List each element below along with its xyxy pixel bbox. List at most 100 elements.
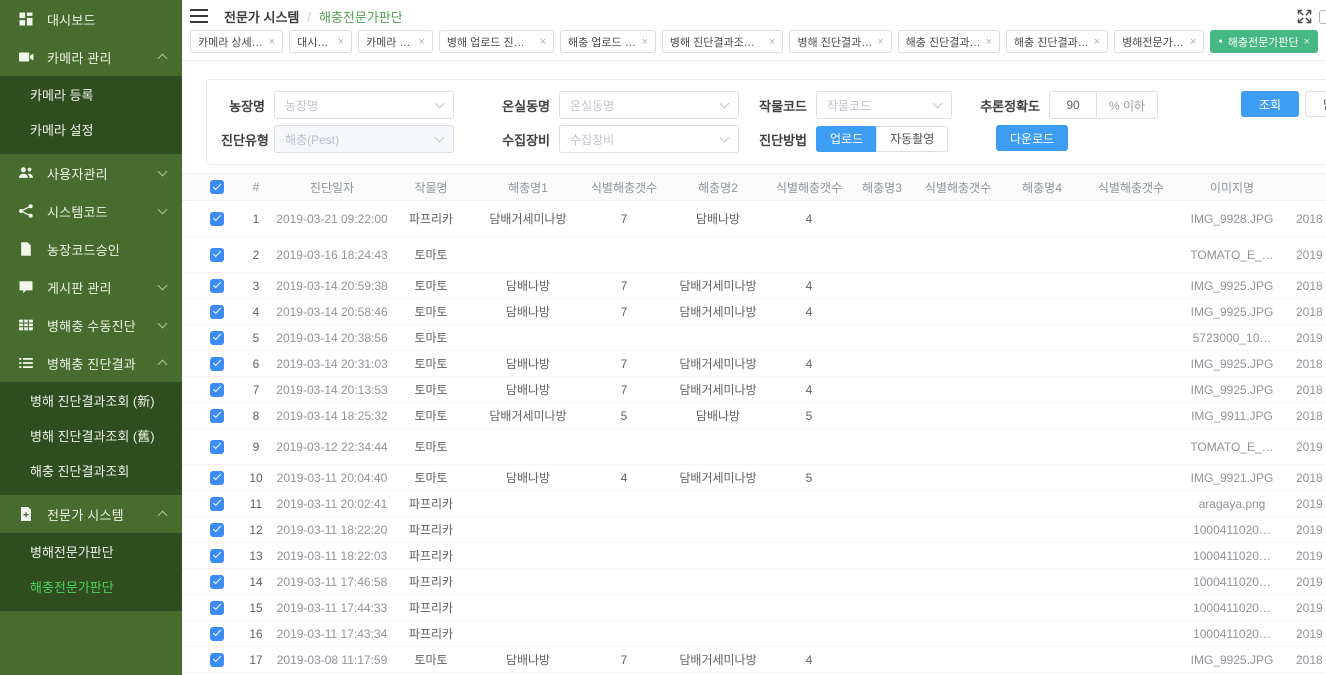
sidebar-item[interactable]: 시스템코드 <box>0 192 182 230</box>
clipped-toolbar-icon[interactable] <box>1319 10 1326 24</box>
row-checkbox[interactable] <box>210 601 224 615</box>
tab[interactable]: 해충 업로드 진단× <box>560 30 656 53</box>
greenhouse-select[interactable]: 온실동명 <box>559 91 739 119</box>
tab[interactable]: 병해 업로드 진단 (新)× <box>439 30 554 53</box>
row-checkbox[interactable] <box>210 471 224 485</box>
sidebar-item[interactable]: 대시보드 <box>0 0 182 38</box>
table-row[interactable]: 72019-03-14 20:13:53토마토담배나방7담배거세미나방4IMG_… <box>182 377 1326 403</box>
table-row[interactable]: 62019-03-14 20:31:03토마토담배나방7담배거세미나방4IMG_… <box>182 351 1326 377</box>
table-row[interactable]: 122019-03-11 18:22:20파프리카1000411020…2019 <box>182 517 1326 543</box>
diagnosis-type-select[interactable]: 해충(Pest) <box>274 125 454 153</box>
table-row[interactable]: 162019-03-11 17:43:34파프리카1000411020…2019 <box>182 621 1326 647</box>
tab[interactable]: ●해충전문가판단× <box>1210 30 1318 53</box>
table-row[interactable]: 152019-03-11 17:44:33파프리카1000411020…2019 <box>182 595 1326 621</box>
sidebar-subitem[interactable]: 카메라 설정 <box>0 113 182 148</box>
sidebar-subitem[interactable]: 카메라 등록 <box>0 78 182 113</box>
tab[interactable]: 카메라 설정× <box>358 30 433 53</box>
sidebar-subitem[interactable]: 병해 진단결과조회 (新) <box>0 384 182 419</box>
sidebar-item[interactable]: 게시판 관리 <box>0 268 182 306</box>
sidebar-subitem[interactable]: 해충전문가판단 <box>0 570 182 605</box>
table-row[interactable]: 92019-03-12 22:34:44토마토TOMATO_E_…2019 <box>182 429 1326 465</box>
accuracy-input[interactable] <box>1050 92 1096 118</box>
method-option-upload[interactable]: 업로드 <box>816 126 876 152</box>
sidebar-group: 전문가 시스템병해전문가판단해충전문가판단 <box>0 495 182 611</box>
table-row[interactable]: 142019-03-11 17:46:58파프리카1000411020…2019 <box>182 569 1326 595</box>
tab-close-icon[interactable]: × <box>985 36 991 48</box>
sidebar-item[interactable]: 사용자관리 <box>0 154 182 192</box>
device-select[interactable]: 수집장비 <box>559 125 739 153</box>
row-checkbox[interactable] <box>210 653 224 667</box>
table-row[interactable]: 12019-03-21 09:22:00파프리카담배거세미나방7담배나방4IMG… <box>182 201 1326 237</box>
row-checkbox[interactable] <box>210 357 224 371</box>
row-checkbox[interactable] <box>210 549 224 563</box>
tab-close-icon[interactable]: × <box>1190 36 1196 48</box>
row-checkbox-cell <box>182 383 238 397</box>
table-row[interactable]: 132019-03-11 18:22:03파프리카1000411020…2019 <box>182 543 1326 569</box>
row-checkbox[interactable] <box>210 331 224 345</box>
method-option-auto[interactable]: 자동촬영 <box>876 126 948 152</box>
sidebar-item[interactable]: 병해충 진단결과 <box>0 344 182 382</box>
tab-close-icon[interactable]: × <box>540 36 546 48</box>
sidebar-subitem[interactable]: 병해전문가판단 <box>0 535 182 570</box>
tab-close-icon[interactable]: × <box>269 36 275 48</box>
tab-close-icon[interactable]: × <box>769 36 775 48</box>
sidebar-subitem[interactable]: 병해 진단결과조회 (舊) <box>0 419 182 454</box>
sidebar-item[interactable]: 카메라 관리 <box>0 38 182 76</box>
table-row[interactable]: 102019-03-11 20:04:40토마토담배나방4담배거세미나방5IMG… <box>182 465 1326 491</box>
clipped-date-column: 2019 <box>1288 523 1326 537</box>
row-checkbox[interactable] <box>210 409 224 423</box>
row-checkbox[interactable] <box>210 497 224 511</box>
tab[interactable]: 병해전문가판단× <box>1114 30 1204 53</box>
row-checkbox[interactable] <box>210 212 224 226</box>
tab-close-icon[interactable]: × <box>418 36 424 48</box>
tab[interactable]: 카메라 상세설정× <box>190 30 283 53</box>
sidebar-subitem[interactable]: 해충 진단결과조회 <box>0 454 182 489</box>
tab-close-icon[interactable]: × <box>338 36 344 48</box>
table-row[interactable]: 52019-03-14 20:38:56토마토5723000_10…2019 <box>182 325 1326 351</box>
table-row[interactable]: 22019-03-16 18:24:43토마토TOMATO_E_…2019 <box>182 237 1326 273</box>
fullscreen-icon[interactable] <box>1297 9 1312 24</box>
row-checkbox[interactable] <box>210 523 224 537</box>
row-checkbox[interactable] <box>210 248 224 262</box>
row-number: 6 <box>238 357 274 371</box>
breadcrumb-root[interactable]: 전문가 시스템 <box>224 7 299 26</box>
row-checkbox[interactable] <box>210 279 224 293</box>
select-all-checkbox[interactable] <box>210 180 224 194</box>
chevron-up-icon <box>158 511 168 521</box>
hamburger-menu-icon[interactable] <box>190 9 208 23</box>
tab-close-icon[interactable]: × <box>641 36 647 48</box>
row-checkbox[interactable] <box>210 627 224 641</box>
row-checkbox[interactable] <box>210 575 224 589</box>
sidebar-group: 사용자관리 <box>0 154 182 192</box>
tab[interactable]: 해충 진단결과상세× <box>1006 30 1108 53</box>
tab[interactable]: 병해 진단결과상세× <box>789 30 891 53</box>
clipped-date-column: 2018 <box>1288 212 1326 226</box>
pest-name-1: 담배나방 <box>472 355 584 372</box>
sidebar-item[interactable]: 전문가 시스템 <box>0 495 182 533</box>
sidebar-item[interactable]: 농장코드승인 <box>0 230 182 268</box>
row-checkbox[interactable] <box>210 383 224 397</box>
tab[interactable]: 해충 진단결과조회× <box>898 30 1000 53</box>
close-button[interactable]: 닫기 <box>1305 91 1326 117</box>
tab-close-icon[interactable]: × <box>1304 36 1310 48</box>
table-row[interactable]: 32019-03-14 20:59:38토마토담배나방7담배거세미나방4IMG_… <box>182 273 1326 299</box>
tab[interactable]: 대시보드× <box>289 30 352 53</box>
crop-code-select[interactable]: 작물코드 <box>816 91 952 119</box>
clipped-date-column: 2019 <box>1288 575 1326 589</box>
table-row[interactable]: 82019-03-14 18:25:32토마토담배거세미나방5담배나방5IMG_… <box>182 403 1326 429</box>
search-button[interactable]: 조회 <box>1241 91 1299 117</box>
row-checkbox[interactable] <box>210 440 224 454</box>
tab-close-icon[interactable]: × <box>877 36 883 48</box>
crop-name: 토마토 <box>390 246 472 263</box>
farm-name-select[interactable]: 농장명 <box>274 91 454 119</box>
row-number: 2 <box>238 248 274 262</box>
tab-close-icon[interactable]: × <box>1094 36 1100 48</box>
sidebar-item[interactable]: 병해충 수동진단 <box>0 306 182 344</box>
table-row[interactable]: 172019-03-08 11:17:59토마토담배나방7담배거세미나방4IMG… <box>182 647 1326 673</box>
diagnosis-date: 2019-03-11 18:22:20 <box>274 523 390 537</box>
tab[interactable]: 병해 진단결과조회 (舊)× <box>662 30 784 53</box>
row-checkbox[interactable] <box>210 305 224 319</box>
table-row[interactable]: 42019-03-14 20:58:46토마토담배나방7담배거세미나방4IMG_… <box>182 299 1326 325</box>
table-row[interactable]: 112019-03-11 20:02:41파프리카aragaya.png2019 <box>182 491 1326 517</box>
download-button[interactable]: 다운로드 <box>996 125 1068 151</box>
